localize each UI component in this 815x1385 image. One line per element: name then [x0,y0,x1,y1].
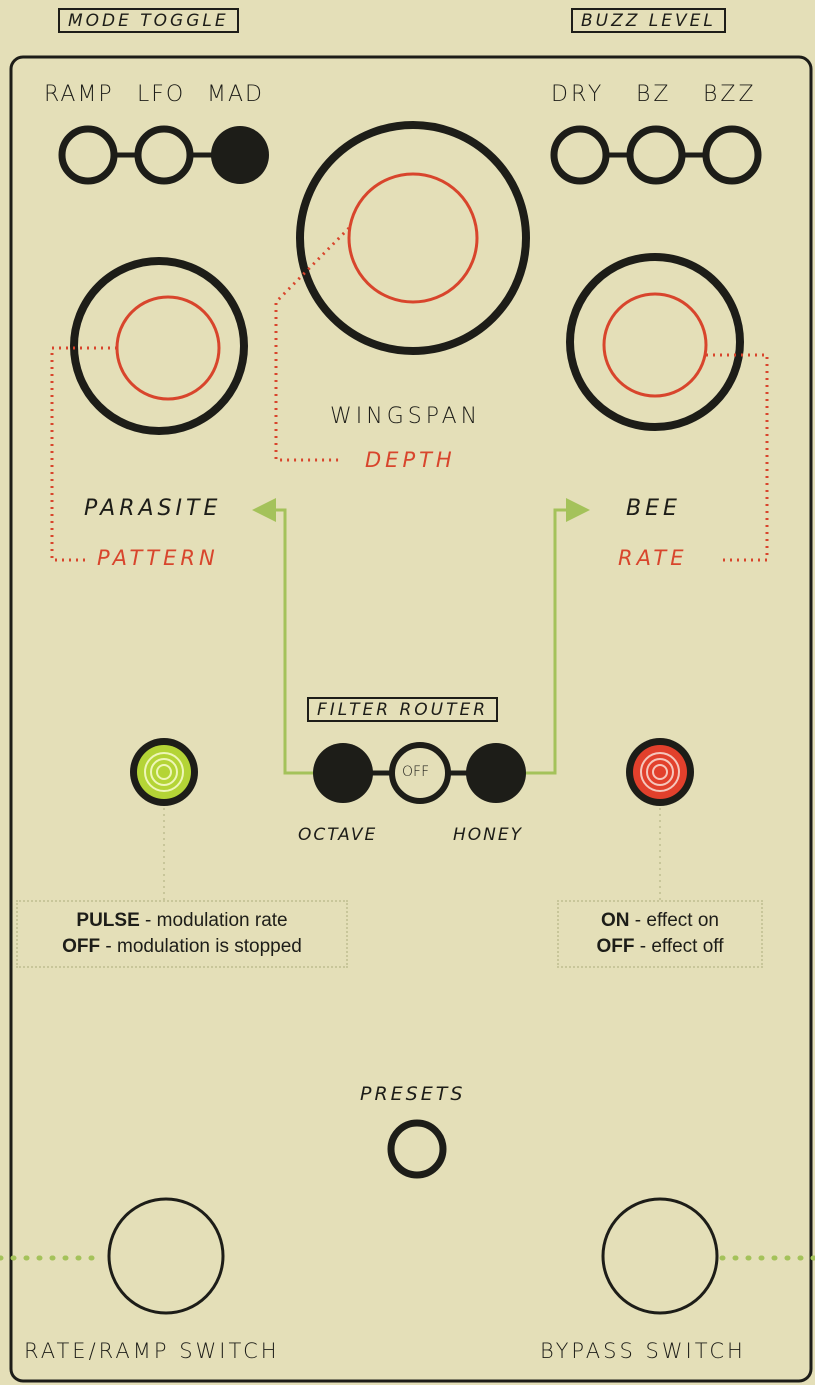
arrow-right-icon [566,498,590,522]
mode-toggle-tag: MODE TOGGLE [58,8,239,33]
status-led [626,738,694,806]
honey-label: HONEY [453,825,524,845]
bee-knob[interactable] [566,253,744,431]
rate-label: RATE [618,546,688,570]
octave-label: OCTAVE [298,825,378,845]
pulse-key: PULSE [76,910,140,931]
presets-label: PRESETS [360,1083,466,1105]
filter-router-routing [252,498,590,775]
parasite-knob[interactable] [70,257,248,435]
mode-option-mad-selected[interactable] [211,126,269,184]
buzz-label-bz: BZ [636,82,672,107]
buzz-option-bz[interactable] [626,125,686,185]
rate-leader-line [706,353,769,562]
arrow-left-icon [252,498,276,522]
parasite-label: PARASITE [84,496,222,521]
wingspan-knob[interactable] [296,121,530,355]
buzz-option-bzz[interactable] [702,125,762,185]
mode-option-ramp[interactable] [58,125,118,185]
wingspan-label: WINGSPAN [330,404,482,429]
buzz-label-dry: DRY [551,82,605,107]
depth-label: DEPTH [365,448,456,472]
off-desc: - modulation is stopped [100,936,302,957]
status-off-key: OFF [596,936,635,957]
rate-ramp-footswitch[interactable] [107,1197,225,1315]
rate-ramp-switch-label: RATE/RAMP SWITCH [24,1339,280,1363]
mode-label-ramp: RAMP [44,82,114,107]
mode-label-mad: MAD [207,82,264,107]
pattern-label: PATTERN [97,546,219,570]
buzz-label-bzz: BZZ [703,82,757,107]
on-key: ON [601,910,630,931]
pulse-led-info: PULSE - modulation rate OFF - modulation… [16,900,348,968]
off-key: OFF [62,936,101,957]
bypass-switch-label: BYPASS SWITCH [540,1339,746,1363]
mode-label-lfo: LFO [137,82,186,107]
mode-toggle-switch[interactable] [58,125,269,185]
bee-label: BEE [626,496,681,521]
bypass-footswitch[interactable] [601,1197,719,1315]
presets-button[interactable] [387,1119,447,1179]
filter-off-label: OFF [402,764,430,780]
status-off-desc: - effect off [634,936,724,957]
mode-option-lfo[interactable] [134,125,194,185]
buzz-level-switch[interactable] [550,125,762,185]
filter-option-honey[interactable] [466,743,526,803]
buzz-level-tag: BUZZ LEVEL [571,8,726,33]
on-desc: - effect on [629,910,719,931]
filter-option-octave[interactable] [313,743,373,803]
status-led-info: ON - effect on OFF - effect off [557,900,763,968]
filter-router-title: FILTER ROUTER [307,697,499,722]
buzz-option-dry[interactable] [550,125,610,185]
pulse-desc: - modulation rate [139,910,288,931]
pulse-led [130,738,198,806]
